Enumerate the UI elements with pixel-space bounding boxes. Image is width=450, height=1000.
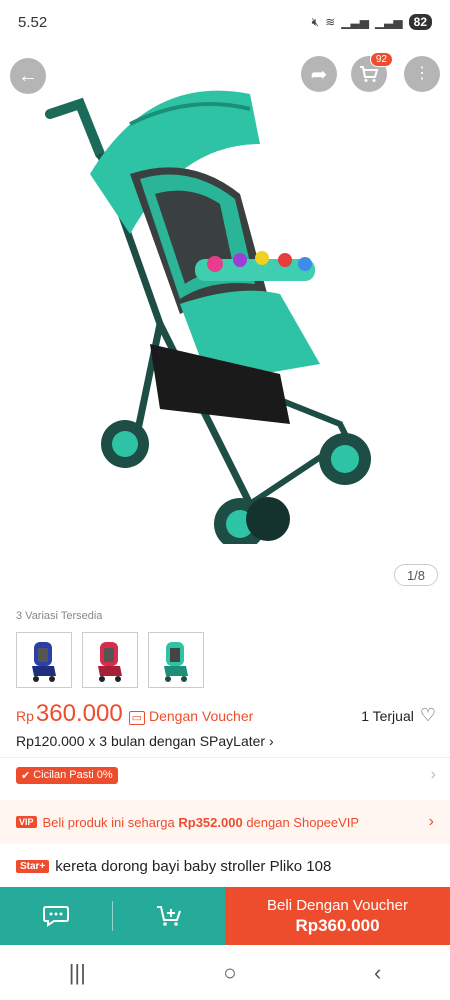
product-title-row: Star+ kereta dorong bayi baby stroller P… — [16, 858, 331, 875]
status-icons: 🔇︎ ≋ ▁▃▅ ▁▃▅ 82 — [312, 14, 432, 30]
chevron-right-icon: › — [428, 813, 434, 830]
wifi-icon: ≋ — [325, 15, 336, 29]
back-nav-icon[interactable]: ‹ — [374, 960, 381, 986]
price-value: 360.000 — [35, 700, 123, 727]
heart-icon[interactable]: ♡ — [420, 705, 436, 726]
status-bar: 5.52 🔇︎ ≋ ▁▃▅ ▁▃▅ 82 — [0, 0, 450, 44]
buy-label: Beli Dengan Voucher — [267, 896, 408, 914]
signal-icon-2: ▁▃▅ — [374, 15, 403, 29]
variant-thumb-red[interactable] — [82, 632, 138, 688]
shopee-vip-banner[interactable]: VIP Beli produk ini seharga Rp352.000 de… — [0, 800, 450, 844]
recent-apps-icon[interactable]: ||| — [69, 960, 86, 986]
status-time: 5.52 — [18, 13, 48, 31]
home-icon[interactable]: ○ — [223, 960, 236, 986]
vip-badge: VIP — [16, 816, 37, 828]
product-title: kereta dorong bayi baby stroller Pliko 1… — [55, 858, 332, 875]
voucher-icon: ▭ — [128, 711, 146, 725]
variant-list — [16, 632, 204, 688]
arrow-left-icon: ← — [18, 64, 38, 87]
vip-price: Rp352.000 — [178, 814, 243, 830]
system-nav-bar: ||| ○ ‹ — [0, 945, 450, 1000]
price-row: Rp 360.000 ▭ Dengan Voucher 1 Terjual ♡ — [16, 700, 436, 728]
variant-blue-image — [32, 642, 56, 682]
product-gallery[interactable]: ← ➦ 92 ⋮ 1/8 — [0, 44, 450, 586]
star-plus-badge: Star+ — [16, 860, 50, 873]
back-button[interactable]: ← — [10, 58, 46, 94]
variant-thumb-blue[interactable] — [16, 632, 72, 688]
action-bar-left — [0, 887, 225, 945]
cicilan-label: Cicilan Pasti 0% — [33, 769, 113, 781]
image-page-indicator: 1/8 — [394, 564, 438, 586]
cicilan-row[interactable]: ✔ Cicilan Pasti 0% › — [16, 765, 436, 785]
buy-price: Rp360.000 — [295, 915, 380, 935]
chat-button[interactable] — [0, 887, 112, 945]
battery-badge: 82 — [408, 14, 432, 30]
share-icon: ➦ — [310, 63, 328, 86]
cart-count-badge: 92 — [369, 52, 393, 67]
mute-icon: 🔇︎ — [311, 14, 320, 29]
variant-thumb-green[interactable] — [148, 632, 204, 688]
variant-green-image — [164, 642, 188, 682]
buy-with-voucher-button[interactable]: Beli Dengan Voucher Rp360.000 — [225, 887, 450, 945]
voucher-label: Dengan Voucher — [148, 708, 254, 724]
add-to-cart-button[interactable] — [113, 887, 225, 945]
cart-button[interactable]: 92 — [351, 52, 393, 92]
action-bar: Beli Dengan Voucher Rp360.000 — [0, 887, 450, 945]
sold-count: 1 Terjual — [361, 708, 414, 724]
vip-text-suffix: dengan ShopeeVIP — [242, 814, 360, 830]
product-image — [45, 90, 371, 544]
chat-icon — [43, 906, 69, 927]
vip-text-prefix: Beli produk ini seharga — [42, 814, 179, 830]
share-button[interactable]: ➦ — [301, 56, 337, 92]
vip-text: Beli produk ini seharga Rp352.000 dengan… — [43, 815, 360, 830]
more-vertical-icon: ⋮ — [414, 65, 430, 82]
more-options-button[interactable]: ⋮ — [404, 56, 440, 92]
variant-red-image — [98, 642, 122, 682]
check-circle-icon: ✔ — [21, 769, 31, 782]
signal-icon: ▁▃▅ — [341, 15, 369, 29]
cart-icon — [360, 66, 379, 82]
chevron-right-icon: › — [430, 766, 436, 783]
price-currency: Rp — [16, 708, 34, 724]
variants-label: 3 Variasi Tersedia — [16, 610, 103, 622]
voucher-tag[interactable]: ▭ Dengan Voucher — [128, 708, 254, 725]
cicilan-badge: ✔ Cicilan Pasti 0% — [16, 766, 118, 784]
installment-info[interactable]: Rp120.000 x 3 bulan dengan SPayLater › — [16, 733, 274, 749]
add-cart-icon — [157, 906, 181, 926]
divider — [0, 757, 450, 758]
